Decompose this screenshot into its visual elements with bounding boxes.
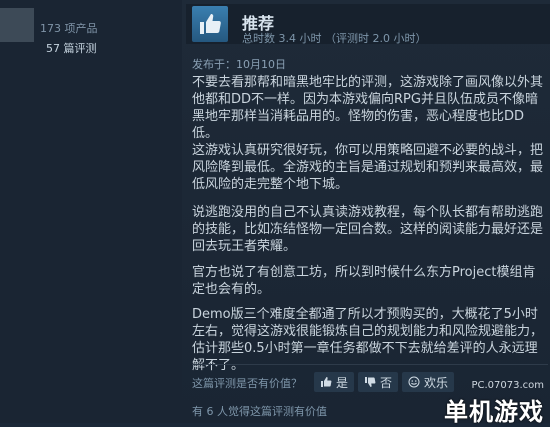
watermark-url: PC.07073.com <box>471 380 544 391</box>
review-header: 推荐 总时数 3.4 小时 （评测时 2.0 小时） <box>186 4 550 45</box>
review-paragraph: 说逃跑没用的自己不认真读游戏教程，每个队长都有帮助逃跑的技能，比如冻结怪物一定回… <box>192 205 544 254</box>
helpful-question: 这篇评测是否有价值？ <box>192 377 302 390</box>
thumbs-down-icon <box>365 377 376 387</box>
reviewer-review-count[interactable]: 57 篇评测 <box>46 40 97 56</box>
posted-date: 发布于：10月10日 <box>192 58 286 71</box>
vote-no-button[interactable]: 否 <box>358 372 399 392</box>
review-paragraph: 这游戏认真研究很好玩，你可以用策略回避不必要的战斗，把风险降到最低。全游戏的主旨… <box>192 143 544 192</box>
vote-yes-label: 是 <box>336 375 349 390</box>
vote-funny-button[interactable]: 欢乐 <box>402 372 455 392</box>
divider <box>192 364 548 365</box>
vote-no-label: 否 <box>380 375 393 390</box>
playtime-hours: 总时数 3.4 小时 （评测时 2.0 小时） <box>242 32 427 45</box>
thumbs-up-icon <box>192 6 228 42</box>
thumbs-up-icon <box>321 377 332 387</box>
review-paragraph: 不要去看那帮和暗黑地牢比的评测，这游戏除了画风像以外其他都和DD不一样。因为本游… <box>192 75 544 141</box>
review-page: 173 项产品 57 篇评测 推荐 总时数 3.4 小时 （评测时 2.0 小时… <box>0 0 550 426</box>
helpful-count: 有 6 人觉得这篇评测有价值 <box>192 405 327 418</box>
vote-yes-button[interactable]: 是 <box>314 372 355 392</box>
watermark-logo: 单机游戏 <box>444 398 544 426</box>
review-card: 推荐 总时数 3.4 小时 （评测时 2.0 小时） 发布于：10月10日 不要… <box>182 0 550 423</box>
reviewer-panel: 173 项产品 57 篇评测 <box>0 0 182 423</box>
reviewer-products: 173 项产品 <box>40 22 98 35</box>
avatar[interactable] <box>0 8 34 42</box>
review-paragraph: 官方也说了有创意工坊，所以到时候什么东方Project模组肯定也会有的。 <box>192 265 536 297</box>
vote-funny-label: 欢乐 <box>424 375 449 390</box>
smiley-icon <box>408 376 420 388</box>
